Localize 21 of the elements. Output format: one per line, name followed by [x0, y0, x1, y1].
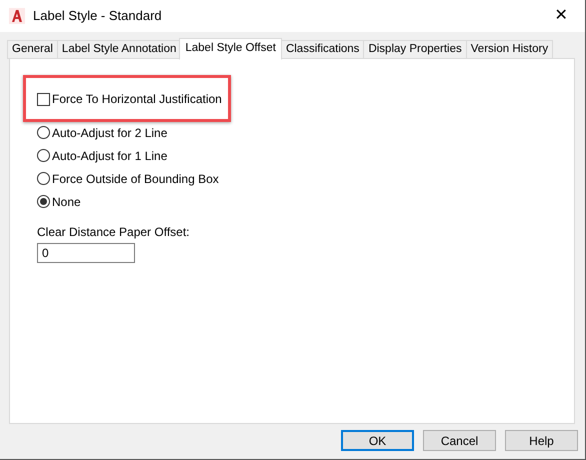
offset-input-field[interactable]: 0: [37, 243, 135, 263]
radio-label: Auto-Adjust for 2 Line: [52, 124, 168, 142]
dialog-button[interactable]: Help: [505, 430, 578, 451]
dialog-button[interactable]: Cancel: [423, 430, 496, 451]
radio-button[interactable]: [37, 195, 50, 208]
field-label: Clear Distance Paper Offset:: [37, 224, 190, 241]
close-button[interactable]: ✕: [546, 4, 576, 28]
tab[interactable]: Version History: [466, 40, 554, 59]
window-title: Label Style - Standard: [33, 7, 162, 26]
radio-label: None: [52, 194, 81, 210]
checkbox-label: Force To Horizontal Justification: [52, 91, 222, 108]
tab[interactable]: General: [7, 40, 58, 59]
tab[interactable]: Label Style Offset: [179, 38, 282, 60]
radio-button[interactable]: [37, 126, 50, 139]
radio-button[interactable]: [37, 149, 50, 162]
radio-button[interactable]: [37, 172, 50, 185]
radio-label: Force Outside of Bounding Box: [52, 170, 219, 188]
app-logo-icon: [9, 8, 25, 24]
checkbox[interactable]: [37, 92, 50, 106]
radio-label: Auto-Adjust for 1 Line: [52, 148, 168, 164]
dialog-button[interactable]: OK: [341, 430, 414, 451]
